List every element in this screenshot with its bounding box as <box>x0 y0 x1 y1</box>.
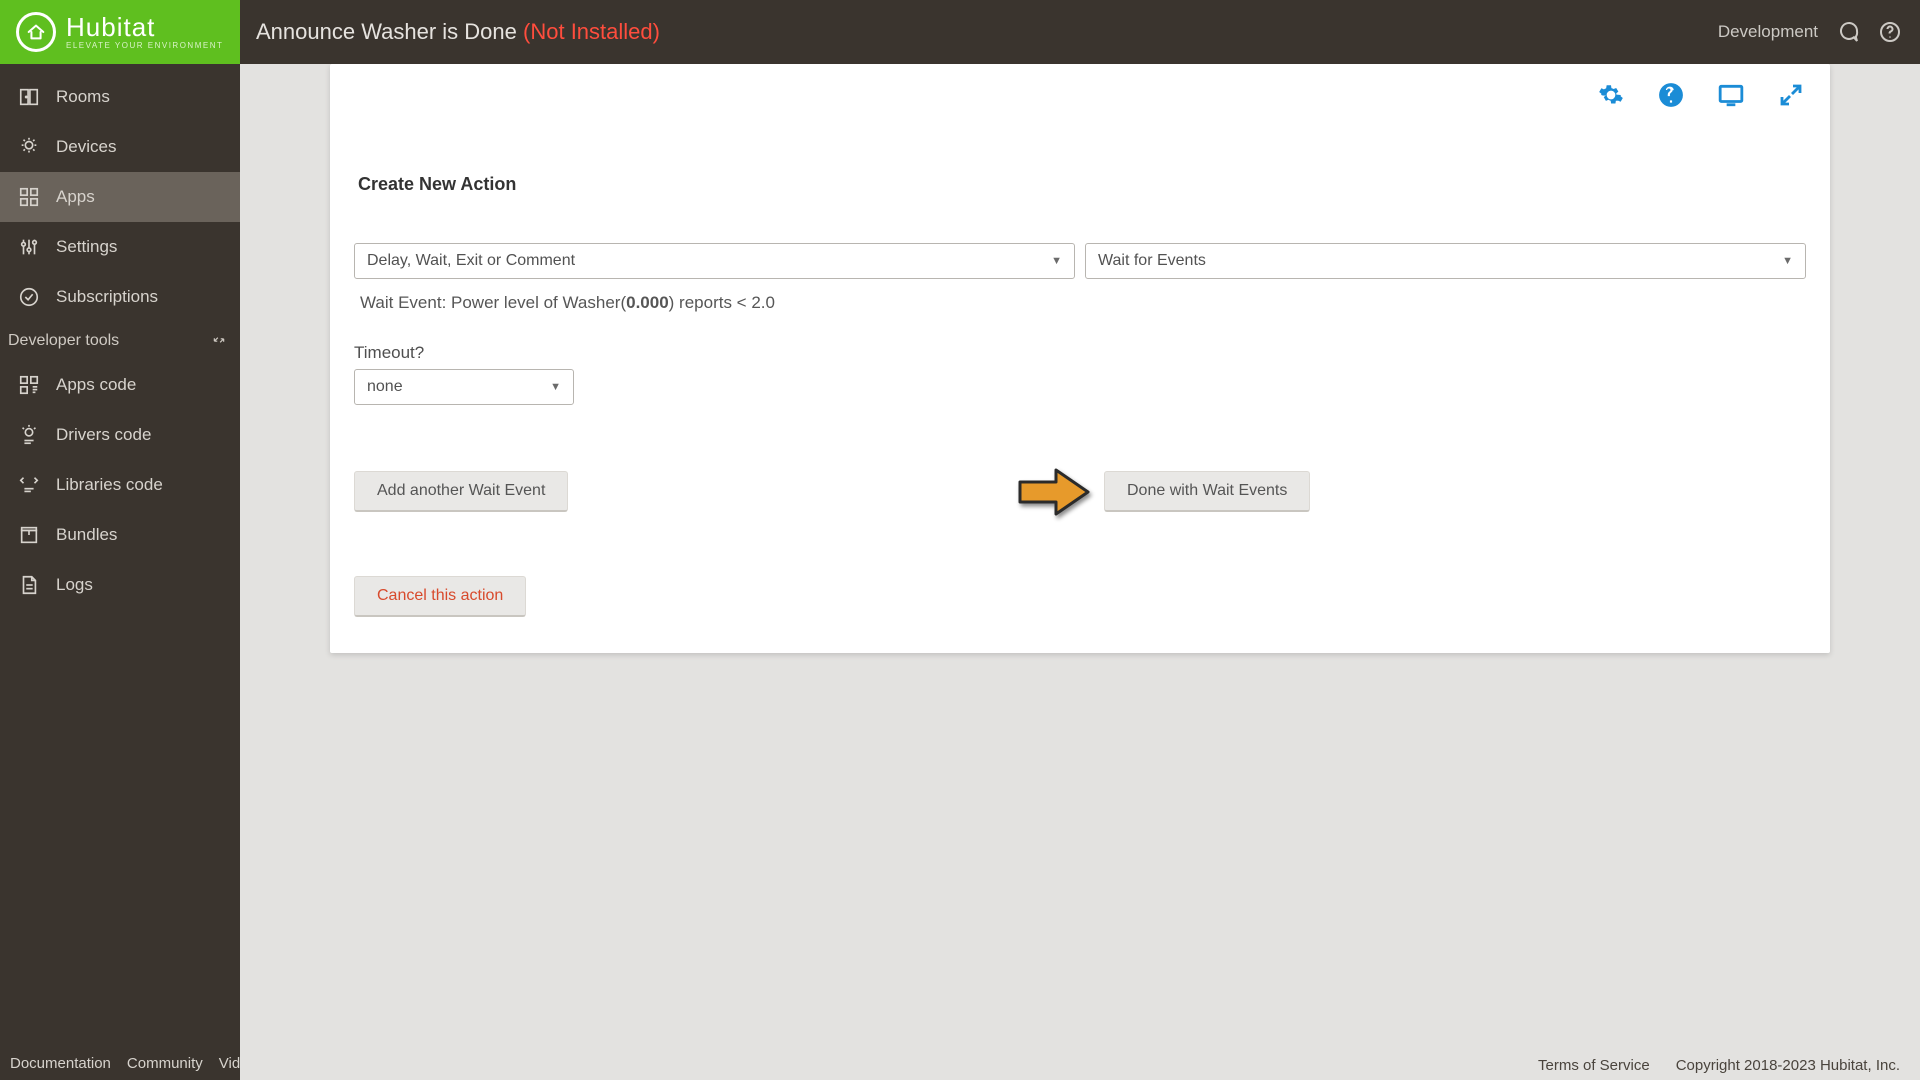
footer-link-documentation[interactable]: Documentation <box>10 1055 111 1072</box>
sidebar-footer: Documentation Community Videos FAQ <box>0 1047 240 1080</box>
sidebar-item-label: Bundles <box>56 525 117 545</box>
sidebar-item-label: Logs <box>56 575 93 595</box>
wait-suffix: ) reports < 2.0 <box>669 293 775 312</box>
footer-copyright: Copyright 2018-2023 Hubitat, Inc. <box>1676 1057 1900 1074</box>
cancel-block: Cancel this action <box>354 576 1806 617</box>
sidebar-item-subscriptions[interactable]: Subscriptions <box>0 272 240 322</box>
libraries-code-icon <box>18 474 40 496</box>
rooms-icon <box>18 86 40 108</box>
done-wait-events-button[interactable]: Done with Wait Events <box>1104 471 1310 512</box>
header-right: Development <box>1718 20 1920 44</box>
sidebar-item-label: Rooms <box>56 87 110 107</box>
select-value: Delay, Wait, Exit or Comment <box>367 252 575 270</box>
help-icon[interactable] <box>1878 20 1902 44</box>
expand-icon[interactable] <box>1778 82 1804 108</box>
page-title: Announce Washer is Done (Not Installed) <box>240 19 660 45</box>
settings-icon <box>18 236 40 258</box>
sidebar-item-label: Subscriptions <box>56 287 158 307</box>
action-card: Create New Action Delay, Wait, Exit or C… <box>330 64 1830 653</box>
sidebar-item-rooms[interactable]: Rooms <box>0 72 240 122</box>
action-category-select[interactable]: Delay, Wait, Exit or Comment ▼ <box>354 243 1075 279</box>
chevron-down-icon: ▼ <box>1782 255 1793 267</box>
chevron-down-icon: ▼ <box>550 381 561 393</box>
brand-name: Hubitat <box>66 14 223 40</box>
sidebar-item-logs[interactable]: Logs <box>0 560 240 610</box>
sidebar-item-label: Drivers code <box>56 425 151 445</box>
card-toolbar <box>1598 82 1804 108</box>
main-footer: Terms of Service Copyright 2018-2023 Hub… <box>240 1050 1920 1080</box>
sidebar-item-settings[interactable]: Settings <box>0 222 240 272</box>
sidebar-item-label: Apps code <box>56 375 136 395</box>
monitor-icon[interactable] <box>1718 82 1744 108</box>
sidebar-item-apps-code[interactable]: Apps code <box>0 360 240 410</box>
arrow-right-icon <box>1014 464 1094 520</box>
select-value: none <box>367 378 403 396</box>
brand-logo[interactable]: Hubitat ELEVATE YOUR ENVIRONMENT <box>0 0 240 64</box>
brand-text: Hubitat ELEVATE YOUR ENVIRONMENT <box>66 14 223 50</box>
action-subtype-select[interactable]: Wait for Events ▼ <box>1085 243 1806 279</box>
footer-link-community[interactable]: Community <box>127 1055 203 1072</box>
drivers-code-icon <box>18 424 40 446</box>
subscriptions-icon <box>18 286 40 308</box>
env-label: Development <box>1718 22 1818 42</box>
developer-tools-header[interactable]: Developer tools <box>0 322 240 360</box>
sidebar-item-label: Libraries code <box>56 475 163 495</box>
install-status-badge: (Not Installed) <box>523 19 660 44</box>
add-wait-event-button[interactable]: Add another Wait Event <box>354 471 568 512</box>
sidebar-item-label: Apps <box>56 187 95 207</box>
wait-event-description: Wait Event: Power level of Washer(0.000)… <box>354 293 1806 313</box>
timeout-label: Timeout? <box>354 343 1806 363</box>
chevron-down-icon: ▼ <box>1051 255 1062 267</box>
sidebar-item-bundles[interactable]: Bundles <box>0 510 240 560</box>
logs-icon <box>18 574 40 596</box>
logo-mark-icon <box>16 12 56 52</box>
main-area: Create New Action Delay, Wait, Exit or C… <box>240 64 1920 1080</box>
collapse-icon[interactable] <box>212 333 226 350</box>
sidebar-item-drivers-code[interactable]: Drivers code <box>0 410 240 460</box>
brand-tagline: ELEVATE YOUR ENVIRONMENT <box>66 42 223 50</box>
select-value: Wait for Events <box>1098 252 1206 270</box>
wait-value: 0.000 <box>626 293 669 312</box>
timeout-select[interactable]: none ▼ <box>354 369 574 405</box>
sidebar-item-label: Settings <box>56 237 117 257</box>
cancel-action-button[interactable]: Cancel this action <box>354 576 526 617</box>
apps-icon <box>18 186 40 208</box>
devices-icon <box>18 136 40 158</box>
bundles-icon <box>18 524 40 546</box>
developer-tools-label: Developer tools <box>8 332 119 350</box>
sidebar-item-libraries-code[interactable]: Libraries code <box>0 460 240 510</box>
help-circle-icon[interactable] <box>1658 82 1684 108</box>
app-header: Hubitat ELEVATE YOUR ENVIRONMENT Announc… <box>0 0 1920 64</box>
wait-prefix: Wait Event: Power level of Washer( <box>360 293 626 312</box>
gear-icon[interactable] <box>1598 82 1624 108</box>
section-title: Create New Action <box>358 174 1806 195</box>
sidebar-item-devices[interactable]: Devices <box>0 122 240 172</box>
selects-row: Delay, Wait, Exit or Comment ▼ Wait for … <box>354 243 1806 279</box>
sidebar-item-apps[interactable]: Apps <box>0 172 240 222</box>
button-row: Add another Wait Event Done with Wait Ev… <box>354 471 1806 512</box>
footer-link-tos[interactable]: Terms of Service <box>1538 1057 1650 1074</box>
done-group: Done with Wait Events <box>1014 464 1310 520</box>
sidebar-item-label: Devices <box>56 137 116 157</box>
sidebar: Rooms Devices Apps Settings Subscription… <box>0 64 240 1080</box>
chat-icon[interactable] <box>1836 20 1860 44</box>
page-title-text: Announce Washer is Done <box>256 19 517 44</box>
apps-code-icon <box>18 374 40 396</box>
